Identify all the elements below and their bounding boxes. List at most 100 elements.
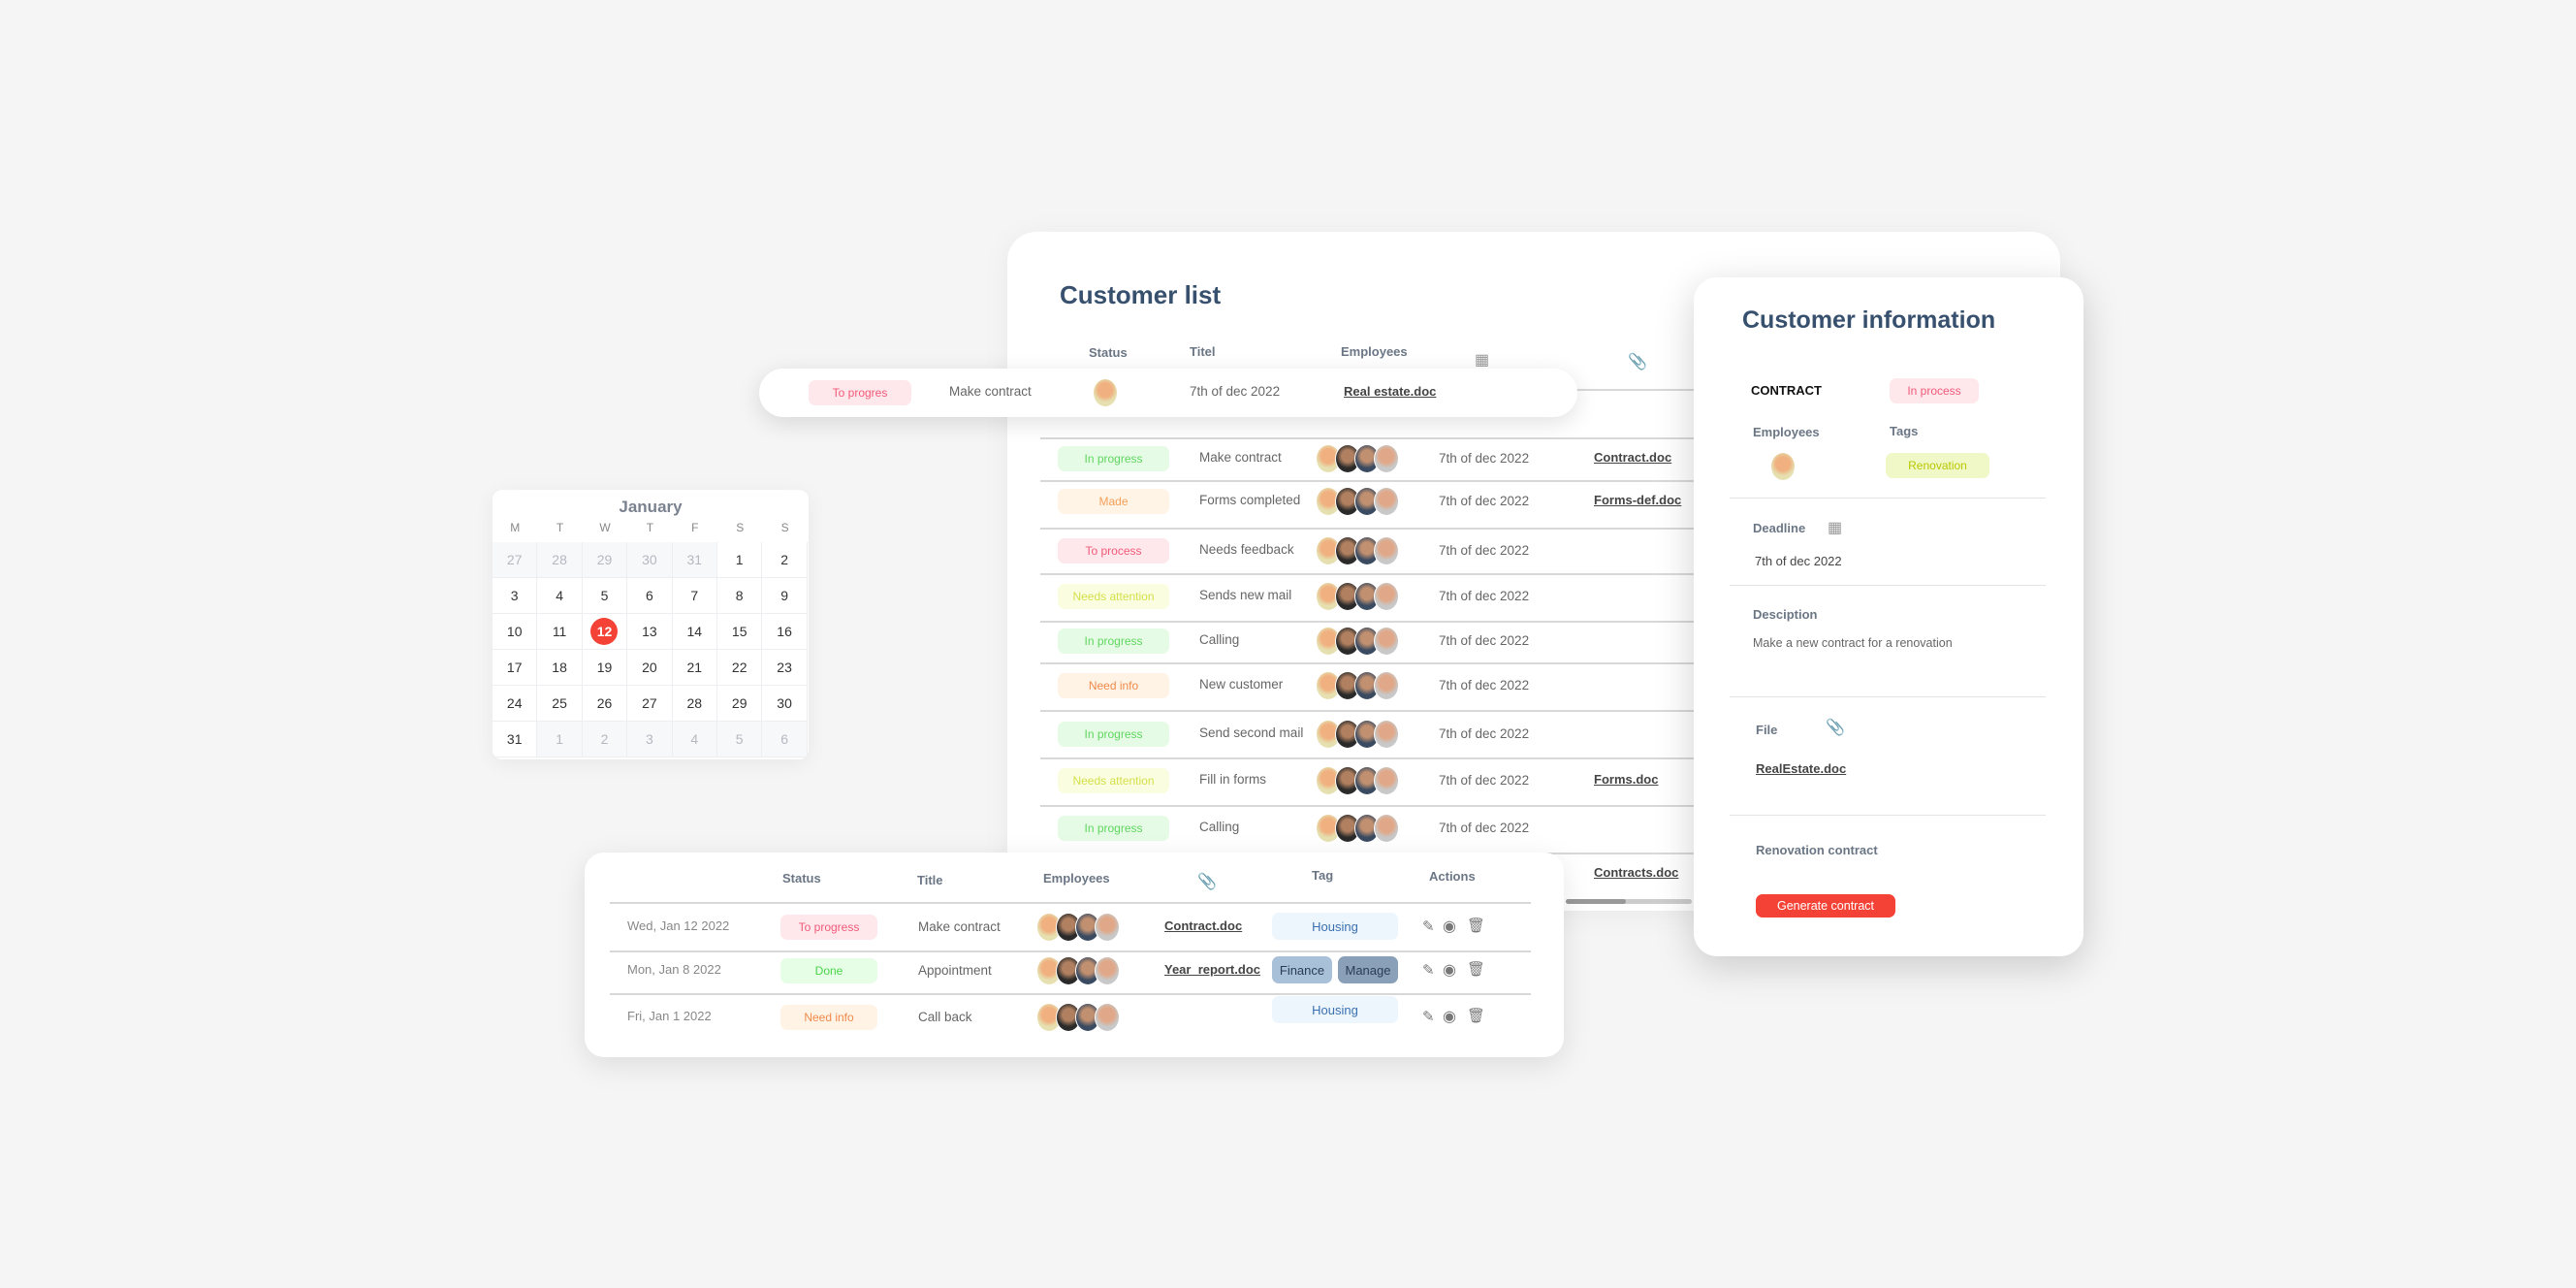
calendar-day[interactable]: 14 [672, 614, 717, 650]
calendar-day[interactable]: 23 [762, 650, 808, 686]
calendar-day[interactable]: 16 [762, 614, 808, 650]
scrollbar-thumb[interactable] [1566, 899, 1626, 904]
table-row[interactable]: Wed, Jan 12 2022 To progress Make contract… [585, 908, 1564, 947]
calendar-day[interactable]: 6 [627, 578, 673, 614]
day-number: 22 [731, 660, 747, 675]
calendar-day[interactable]: 12 [582, 614, 628, 650]
file-link[interactable]: Real estate.doc [1344, 384, 1436, 399]
status-badge: Need info [1058, 673, 1169, 698]
day-number: 3 [510, 588, 519, 603]
divider [1730, 585, 2046, 586]
day-number: 4 [556, 588, 563, 603]
calendar-day[interactable]: 27 [627, 686, 673, 722]
calendar-day[interactable]: 25 [537, 686, 583, 722]
row-date: Wed, Jan 12 2022 [627, 918, 730, 933]
calendar-icon: ▦ [1475, 352, 1490, 369]
file-link[interactable]: Forms.doc [1594, 772, 1658, 787]
file-link[interactable]: Contracts.doc [1594, 865, 1678, 880]
day-number: 30 [777, 695, 792, 711]
page-title: Customer list [1060, 280, 1222, 309]
calendar-day[interactable]: 19 [582, 650, 628, 686]
employee-avatars [1036, 1003, 1120, 1032]
employee-avatars [1316, 720, 1399, 749]
calendar-day[interactable]: 2 [582, 722, 628, 757]
calendar-day[interactable]: 15 [717, 614, 763, 650]
calendar-day[interactable]: 5 [717, 722, 763, 757]
calendar-day[interactable]: 11 [537, 614, 583, 650]
calendar-day[interactable]: 6 [762, 722, 808, 757]
employee-avatars [1770, 452, 1796, 481]
calendar-day[interactable]: 20 [627, 650, 673, 686]
calendar-day[interactable]: 31 [672, 542, 717, 578]
delete-icon[interactable]: 🗑 [1467, 960, 1485, 978]
file-link[interactable]: Year_report.doc [1164, 962, 1260, 977]
calendar-month: January [619, 498, 683, 516]
day-number: 5 [600, 588, 609, 603]
day-number: 28 [686, 695, 703, 711]
calendar-day[interactable]: 7 [672, 578, 717, 614]
row-title: Call back [918, 1010, 972, 1024]
edit-icon[interactable]: ✎ [1422, 961, 1435, 979]
calendar-day[interactable]: 1 [717, 542, 763, 578]
row-title: Needs feedback [1199, 542, 1294, 557]
day-number: 6 [780, 731, 788, 747]
calendar-day[interactable]: 10 [493, 614, 538, 650]
calendar-day[interactable]: 3 [493, 578, 538, 614]
generate-contract-button[interactable]: Generate contract [1756, 894, 1895, 918]
calendar-day[interactable]: 24 [493, 686, 538, 722]
calendar-day[interactable]: 4 [672, 722, 717, 757]
divider [1730, 498, 2046, 499]
file-link[interactable]: Forms-def.doc [1594, 493, 1681, 507]
calendar-day[interactable]: 22 [717, 650, 763, 686]
calendar-day[interactable]: 18 [537, 650, 583, 686]
delete-icon[interactable]: 🗑 [1467, 1007, 1485, 1024]
calendar-day[interactable]: 9 [762, 578, 808, 614]
edit-icon[interactable]: ✎ [1422, 1008, 1435, 1025]
calendar-day[interactable]: 28 [672, 686, 717, 722]
table-row[interactable]: Mon, Jan 8 2022 Done Appointment Year_repor… [585, 951, 1564, 990]
file-link[interactable]: RealEstate.doc [1756, 761, 1846, 776]
day-number: 16 [777, 624, 792, 639]
view-icon[interactable]: ◉ [1443, 960, 1456, 980]
view-icon[interactable]: ◉ [1443, 1007, 1456, 1026]
calendar-day[interactable]: 5 [582, 578, 628, 614]
dragged-row[interactable]: To progres Make contract 7th of dec 2022… [759, 369, 1577, 417]
divider [1730, 696, 2046, 697]
calendar-day[interactable]: 2 [762, 542, 808, 578]
view-icon[interactable]: ◉ [1443, 917, 1456, 936]
calendar-day[interactable]: 29 [582, 542, 628, 578]
divider [1730, 815, 2046, 816]
delete-icon[interactable]: 🗑 [1467, 917, 1485, 934]
calendar-day[interactable]: 13 [627, 614, 673, 650]
avatar [1374, 814, 1399, 843]
calendar-day[interactable]: 29 [717, 686, 763, 722]
file-link[interactable]: Contract.doc [1594, 450, 1671, 465]
calendar-day[interactable]: 26 [582, 686, 628, 722]
employee-avatars [1316, 444, 1399, 473]
calendar-day[interactable]: 27 [493, 542, 538, 578]
avatar [1095, 913, 1120, 942]
avatar [1374, 766, 1399, 795]
calendar-day[interactable]: 17 [493, 650, 538, 686]
calendar-day[interactable]: 31 [493, 722, 538, 757]
day-number: 1 [735, 552, 744, 567]
calendar-day[interactable]: 1 [537, 722, 583, 757]
calendar-day[interactable]: 3 [627, 722, 673, 757]
table-row[interactable]: Fri, Jan 1 2022 Need info Call back Housing… [585, 996, 1564, 1037]
calendar-day[interactable]: 30 [762, 686, 808, 722]
status-badge: Needs attention [1058, 584, 1169, 609]
calendar-day[interactable]: 21 [672, 650, 717, 686]
header-title: Titel [1190, 344, 1216, 359]
renovation-contract-label: Renovation contract [1756, 843, 1878, 857]
calendar-day[interactable]: 4 [537, 578, 583, 614]
calendar-day[interactable]: 30 [627, 542, 673, 578]
day-number: 26 [596, 695, 613, 711]
day-number: 25 [552, 695, 567, 711]
employee-avatars [1316, 671, 1399, 700]
file-link[interactable]: Contract.doc [1164, 918, 1242, 933]
scrollbar[interactable] [1566, 899, 1692, 904]
employee-avatars [1316, 536, 1399, 565]
calendar-day[interactable]: 28 [537, 542, 583, 578]
edit-icon[interactable]: ✎ [1422, 918, 1435, 935]
calendar-day[interactable]: 8 [717, 578, 763, 614]
